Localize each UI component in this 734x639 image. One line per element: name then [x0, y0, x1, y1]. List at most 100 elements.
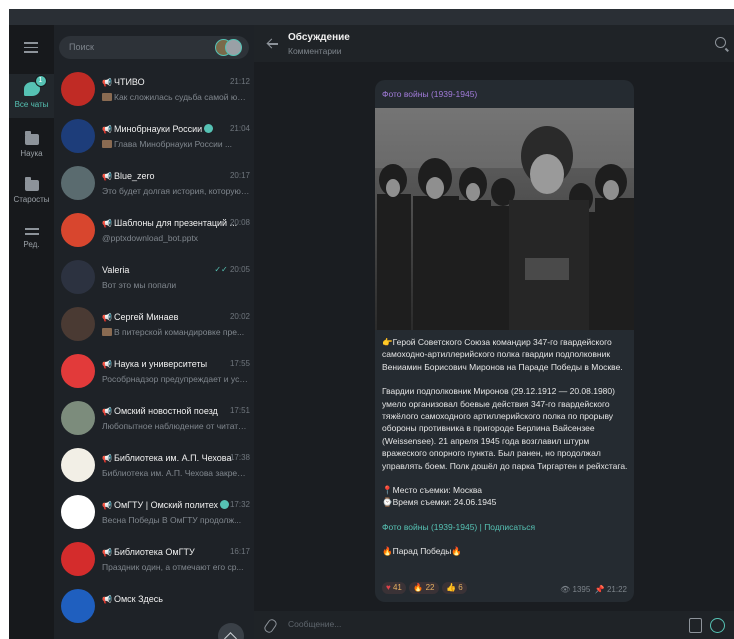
chat-preview: Вот это мы попали — [102, 280, 177, 290]
chat-row[interactable]: 📢 Библиотека им. А.П. Чехова 17:38 Библиоте… — [54, 444, 254, 492]
chat-name: 📢 Blue_zero — [102, 171, 155, 181]
chat-row[interactable]: Valeria ✓✓ 20:05 Вот это мы попали — [54, 256, 254, 304]
media-thumbnail — [102, 93, 112, 101]
folder-edit[interactable]: Ред. — [9, 226, 54, 249]
channel-icon: 📢 — [102, 407, 112, 416]
back-arrow-icon[interactable] — [266, 37, 278, 49]
message-input[interactable]: Сообщение... — [288, 619, 341, 629]
reaction-heart[interactable]: ♥ 41 — [382, 582, 406, 594]
chat-row[interactable]: 📢 ОмГТУ | Омский политех 17:32 Весна Победы… — [54, 491, 254, 539]
post-closing: 🔥Парад Победы🔥 — [382, 546, 462, 557]
chat-time: 17:38 — [229, 453, 250, 462]
channel-icon: 📢 — [102, 78, 112, 87]
folder-nauka[interactable]: Наука — [9, 131, 54, 158]
chat-time: 20:02 — [229, 312, 250, 321]
chat-avatar — [61, 448, 95, 482]
folder-label: Все чаты — [14, 100, 49, 109]
views-count: 1395 — [572, 585, 591, 594]
bot-commands-icon[interactable] — [689, 618, 702, 633]
telegram-window: 1 Все чаты Наука Старосты Ред. Поиск 📢 ЧТ… — [9, 9, 734, 639]
chat-row[interactable]: 📢 Сергей Минаев 20:02 В питерской командиро… — [54, 303, 254, 351]
search-placeholder: Поиск — [69, 42, 94, 52]
chat-time: 20:08 — [229, 218, 250, 227]
pin-icon: 📌 — [594, 585, 605, 594]
chat-name: 📢 Сергей Минаев — [102, 312, 179, 322]
folder-label: Наука — [20, 149, 43, 158]
folder-all-chats[interactable]: 1 Все чаты — [9, 74, 54, 118]
reactions-bar: ♥ 41 🔥 22 👍 6 — [382, 582, 468, 594]
channel-icon: 📢 — [102, 360, 112, 369]
folder-label: Ред. — [23, 240, 40, 249]
chat-avatar — [61, 72, 95, 106]
post-source[interactable]: Фото войны (1939-1945) — [382, 89, 477, 99]
chat-name: 📢 ЧТИВО — [102, 77, 145, 87]
chat-row[interactable]: 📢 Минобрнауки России 21:04 Глава Минобрнаук… — [54, 115, 254, 163]
chat-row[interactable]: 📢 Омский новостной поезд 17:51 Любопытное н… — [54, 397, 254, 445]
chat-time: 20:17 — [229, 171, 250, 180]
emoji-icon[interactable] — [710, 618, 725, 633]
subscribe-link[interactable]: Фото войны (1939-1945) | Подписаться — [382, 521, 630, 533]
channel-icon: 📢 — [102, 548, 112, 557]
folder-starosty[interactable]: Старосты — [9, 177, 54, 204]
chat-preview: Библиотека им. А.П. Чехова закрепил(... — [102, 468, 250, 478]
channel-icon: 📢 — [102, 172, 112, 181]
chat-name: 📢 Шаблоны для презентаций ... — [102, 218, 238, 228]
chat-preview: Глава Минобрнауки России ... — [102, 139, 250, 149]
folder-icon — [24, 177, 39, 191]
chat-time: 17:55 — [229, 359, 250, 368]
post-paragraph: Гвардии подполковник Миронов (29.12.1912… — [382, 386, 628, 471]
chat-preview: Это будет долгая история, которую я ... — [102, 186, 250, 196]
menu-icon[interactable] — [24, 42, 38, 53]
chat-row[interactable]: 📢 Blue_zero 20:17 Это будет долгая история,… — [54, 162, 254, 210]
chat-row[interactable]: 📢 ЧТИВО 21:12 Как сложилась судьба самой юн… — [54, 68, 254, 116]
post-photo[interactable] — [375, 108, 634, 330]
chat-time: 21:12 — [229, 77, 250, 86]
chat-time: 21:04 — [229, 124, 250, 133]
media-thumbnail — [102, 140, 112, 148]
chat-avatar — [61, 589, 95, 623]
discussion-pane: Обсуждение Комментарии Фото войны (1939-… — [254, 25, 734, 639]
post-text: 👉Герой Советского Союза командир 347-го … — [382, 336, 630, 558]
chat-name: 📢 Наука и университеты — [102, 359, 208, 369]
verified-icon — [204, 124, 214, 133]
post-paragraph: 👉Герой Советского Союза командир 347-го … — [382, 337, 623, 372]
chat-preview: В питерской командировке пре... — [102, 327, 250, 337]
unread-badge: 1 — [34, 75, 47, 87]
message-composer: Сообщение... — [254, 611, 734, 639]
chat-avatar — [61, 307, 95, 341]
folder-icon — [24, 131, 39, 145]
chat-name: 📢 Библиотека ОмГТУ — [102, 547, 195, 557]
chat-preview: Праздник один, а отмечают его ср... — [102, 562, 244, 572]
channel-icon: 📢 — [102, 595, 112, 604]
folder-label: Старосты — [13, 195, 50, 204]
chat-row[interactable]: 📢 Наука и университеты 17:55 Рособрнадзор п… — [54, 350, 254, 398]
search-icon[interactable] — [715, 37, 726, 48]
post-time: 21:22 — [606, 585, 627, 594]
chat-header: Обсуждение Комментарии — [254, 25, 734, 62]
chat-subtitle: Комментарии — [288, 46, 342, 56]
stories-icon[interactable] — [215, 39, 243, 56]
chat-name: Valeria — [102, 265, 130, 275]
post-paragraph: 📍Место съемки: Москва ⌚Время съемки: 24.… — [382, 485, 497, 508]
chat-name: 📢 ОмГТУ | Омский политех — [102, 500, 230, 510]
chat-preview: @pptxdownload_bot.pptx — [102, 233, 199, 243]
folders-rail: 1 Все чаты Наука Старосты Ред. — [9, 25, 54, 639]
chat-row[interactable]: 📢 Библиотека ОмГТУ 16:17 Праздник один, а о… — [54, 538, 254, 586]
chat-avatar — [61, 495, 95, 529]
chat-avatar — [61, 542, 95, 576]
chat-row[interactable]: 📢 Шаблоны для презентаций ... 20:08 @pptxdo… — [54, 209, 254, 257]
chat-name: 📢 Омск Здесь — [102, 594, 163, 604]
chat-preview: Как сложилась судьба самой юной... — [102, 92, 250, 102]
reaction-fire[interactable]: 🔥 22 — [409, 582, 439, 594]
chat-avatar — [61, 119, 95, 153]
attach-icon[interactable] — [262, 617, 279, 635]
chat-name: 📢 Омский новостной поезд — [102, 406, 218, 416]
channel-icon: 📢 — [102, 454, 112, 463]
channel-post: Фото войны (1939-1945) 👉Герой Советского… — [375, 80, 634, 602]
sliders-icon — [24, 226, 39, 236]
chat-title: Обсуждение — [288, 32, 350, 43]
chat-time: 17:51 — [229, 406, 250, 415]
chat-name: 📢 Минобрнауки России — [102, 124, 214, 134]
reaction-thumbs-up[interactable]: 👍 6 — [442, 582, 467, 594]
search-input[interactable]: Поиск — [59, 36, 249, 59]
